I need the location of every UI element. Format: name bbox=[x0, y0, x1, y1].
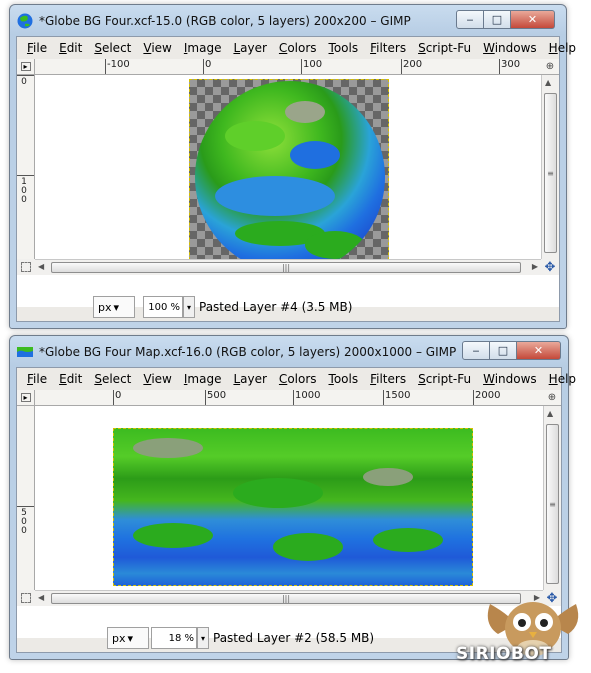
ruler-label: 0 bbox=[21, 526, 27, 536]
horizontal-scrollbar[interactable]: ◀ ||| ▶ bbox=[35, 259, 541, 275]
chevron-down-icon: ▾ bbox=[127, 631, 134, 645]
ruler-label: 100 bbox=[303, 59, 323, 70]
image-window-globe: *Globe BG Four.xcf-15.0 (RGB color, 5 la… bbox=[9, 4, 576, 329]
menu-filters[interactable]: Filters bbox=[364, 372, 412, 386]
vertical-scrollbar[interactable]: ▲ ≡ ▼ bbox=[541, 75, 559, 275]
quick-mask-toggle[interactable] bbox=[17, 590, 35, 606]
window-title: *Globe BG Four Map.xcf-16.0 (RGB color, … bbox=[39, 345, 457, 359]
ruler-label: 300 bbox=[501, 59, 521, 70]
ruler-label: 500 bbox=[207, 390, 227, 401]
ruler-label: 0 bbox=[21, 195, 27, 205]
menu-image[interactable]: Image bbox=[178, 41, 228, 55]
window-controls: ‒ □ ✕ bbox=[462, 341, 561, 360]
zoom-dropdown-icon[interactable]: ▾ bbox=[197, 627, 209, 649]
menu-help[interactable]: Help bbox=[543, 41, 582, 55]
close-button[interactable]: ✕ bbox=[511, 10, 555, 29]
scroll-right-icon[interactable]: ▶ bbox=[532, 262, 538, 271]
zoom-input[interactable]: 18 % bbox=[151, 627, 197, 649]
minimize-button[interactable]: ‒ bbox=[462, 341, 490, 360]
window-title: *Globe BG Four.xcf-15.0 (RGB color, 5 la… bbox=[39, 14, 411, 28]
minimize-button[interactable]: ‒ bbox=[456, 10, 484, 29]
vertical-scroll-thumb[interactable]: ≡ bbox=[544, 93, 557, 253]
ruler-label: -100 bbox=[107, 59, 130, 70]
statusbar: px ▾ 100 % ▾ Pasted Layer #4 (3.5 MB) bbox=[17, 293, 559, 321]
scroll-up-icon[interactable]: ▲ bbox=[545, 78, 551, 87]
menu-filters[interactable]: Filters bbox=[364, 41, 412, 55]
horizontal-scrollbar[interactable]: ◀ ||| ▶ bbox=[35, 590, 543, 606]
menu-file[interactable]: File bbox=[21, 372, 53, 386]
ruler-label: 0 bbox=[21, 77, 27, 87]
maximize-button[interactable]: □ bbox=[490, 341, 517, 360]
zoom-image-when-window-size-changes-icon[interactable]: ⊕ bbox=[541, 59, 559, 75]
menu-colors[interactable]: Colors bbox=[273, 372, 323, 386]
vertical-ruler[interactable]: 0 1 0 0 bbox=[17, 75, 35, 275]
layer-boundary bbox=[113, 428, 473, 586]
status-message: Pasted Layer #4 (3.5 MB) bbox=[199, 300, 353, 314]
menu-windows[interactable]: Windows bbox=[477, 372, 543, 386]
ruler-label: 0 bbox=[205, 59, 212, 70]
quick-menu-button[interactable]: ▸ bbox=[17, 59, 35, 75]
zoom-input[interactable]: 100 % bbox=[143, 296, 183, 318]
unit-value: px bbox=[112, 631, 126, 645]
chevron-down-icon: ▾ bbox=[113, 300, 120, 314]
unit-value: px bbox=[98, 300, 112, 314]
window-client: File Edit Select View Image Layer Colors… bbox=[16, 36, 576, 322]
layer-boundary bbox=[189, 79, 389, 275]
menu-layer[interactable]: Layer bbox=[227, 372, 272, 386]
unit-selector[interactable]: px ▾ bbox=[107, 627, 149, 649]
menubar: File Edit Select View Image Layer Colors… bbox=[17, 37, 576, 59]
vertical-ruler[interactable]: 5 0 0 bbox=[17, 406, 35, 606]
watermark-text: SIRIOBOT bbox=[456, 644, 552, 664]
horizontal-scroll-thumb[interactable]: ||| bbox=[51, 593, 521, 604]
menu-select[interactable]: Select bbox=[88, 41, 137, 55]
horizontal-ruler[interactable]: 0 500 1000 1500 2000 bbox=[35, 390, 543, 406]
zoom-image-when-window-size-changes-icon[interactable]: ⊕ bbox=[543, 390, 561, 406]
menu-help[interactable]: Help bbox=[543, 372, 582, 386]
zoom-dropdown-icon[interactable]: ▾ bbox=[183, 296, 195, 318]
canvas-area: ▸ -100 0 100 200 300 ⊕ 0 1 0 0 ▲ ≡ ◀ |||… bbox=[17, 59, 559, 307]
menu-layer[interactable]: Layer bbox=[227, 41, 272, 55]
titlebar[interactable]: *Globe BG Four Map.xcf-16.0 (RGB color, … bbox=[10, 336, 568, 366]
menu-script-fu[interactable]: Script-Fu bbox=[412, 372, 477, 386]
menu-tools[interactable]: Tools bbox=[323, 41, 365, 55]
menu-colors[interactable]: Colors bbox=[273, 41, 323, 55]
ruler-label: 0 bbox=[115, 390, 122, 401]
menu-edit[interactable]: Edit bbox=[53, 372, 88, 386]
menu-file[interactable]: File bbox=[21, 41, 53, 55]
menu-edit[interactable]: Edit bbox=[53, 41, 88, 55]
ruler-label: 1500 bbox=[385, 390, 411, 401]
unit-selector[interactable]: px ▾ bbox=[93, 296, 135, 318]
menu-script-fu[interactable]: Script-Fu bbox=[412, 41, 477, 55]
menu-tools[interactable]: Tools bbox=[323, 372, 365, 386]
close-button[interactable]: ✕ bbox=[517, 341, 561, 360]
horizontal-scroll-thumb[interactable]: ||| bbox=[51, 262, 521, 273]
vertical-scrollbar[interactable]: ▲ ≡ ▼ bbox=[543, 406, 561, 606]
window-controls: ‒ □ ✕ bbox=[456, 10, 555, 29]
vertical-scroll-thumb[interactable]: ≡ bbox=[546, 424, 559, 584]
menubar: File Edit Select View Image Layer Colors… bbox=[17, 368, 576, 390]
ruler-label: 1000 bbox=[295, 390, 321, 401]
status-message: Pasted Layer #2 (58.5 MB) bbox=[213, 631, 375, 645]
menu-view[interactable]: View bbox=[137, 372, 177, 386]
ruler-label: 2000 bbox=[475, 390, 501, 401]
menu-image[interactable]: Image bbox=[178, 372, 228, 386]
scroll-left-icon[interactable]: ◀ bbox=[38, 262, 44, 271]
horizontal-ruler[interactable]: -100 0 100 200 300 bbox=[35, 59, 541, 75]
menu-windows[interactable]: Windows bbox=[477, 41, 543, 55]
maximize-button[interactable]: □ bbox=[484, 10, 511, 29]
quick-mask-toggle[interactable] bbox=[17, 259, 35, 275]
menu-select[interactable]: Select bbox=[88, 372, 137, 386]
globe-icon bbox=[17, 13, 33, 29]
ruler-label: 200 bbox=[403, 59, 423, 70]
titlebar[interactable]: *Globe BG Four.xcf-15.0 (RGB color, 5 la… bbox=[10, 5, 566, 35]
scroll-left-icon[interactable]: ◀ bbox=[38, 593, 44, 602]
scroll-up-icon[interactable]: ▲ bbox=[547, 409, 553, 418]
quick-menu-button[interactable]: ▸ bbox=[17, 390, 35, 406]
map-icon bbox=[17, 344, 33, 360]
menu-view[interactable]: View bbox=[137, 41, 177, 55]
navigate-icon[interactable]: ✥ bbox=[541, 259, 559, 275]
